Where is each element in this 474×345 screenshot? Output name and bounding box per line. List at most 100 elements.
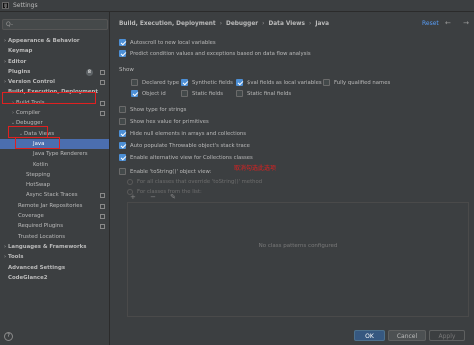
project-settings-icon [100, 80, 105, 86]
project-settings-icon [100, 224, 105, 230]
annotation-text: 取消勾选此选项 [234, 165, 277, 172]
option-label: Autoscroll to new local variables [130, 39, 216, 46]
option-label: Show type for strings [130, 106, 187, 113]
option-label: Enable 'toString()' object view: [130, 168, 212, 175]
alt-view-checkbox[interactable]: Enable alternative view for Collections … [119, 153, 253, 162]
option-label: Auto populate Throwable object's stack t… [130, 142, 250, 149]
sidebar-item-plugins[interactable]: Plugins 8 [0, 67, 109, 77]
all-classes-radio[interactable]: For all classes that override 'toString(… [127, 177, 262, 186]
sidebar-item-advanced-settings[interactable]: Advanced Settings [0, 263, 109, 273]
class-patterns-list[interactable]: No class patterns configured [127, 202, 469, 317]
hex-primitives-checkbox[interactable]: Show hex value for primitives [119, 117, 209, 126]
sidebar-item-label: Tools [8, 254, 24, 261]
sidebar-item-label: Appearance & Behavior [8, 38, 80, 44]
checkbox-unchecked-icon [119, 168, 126, 175]
option-label: Enable alternative view for Collections … [130, 154, 253, 161]
sidebar-item-hotswap[interactable]: HotSwap [0, 180, 109, 190]
help-button[interactable]: ? [4, 332, 13, 341]
project-settings-icon [100, 69, 105, 75]
settings-sidebar: Q- › Appearance & Behavior Keymap › Editor… [0, 12, 110, 345]
type-strings-checkbox[interactable]: Show type for strings [119, 105, 186, 114]
sidebar-item-async-stack-traces[interactable]: Async Stack Traces [0, 190, 109, 200]
sidebar-item-kotlin[interactable]: Kotlin [0, 160, 109, 170]
option-label: Hide null elements in arrays and collect… [130, 130, 247, 137]
ok-button[interactable]: OK [354, 330, 385, 341]
sidebar-item-tools[interactable]: › Tools [0, 252, 109, 262]
title-bar: IJ Settings [0, 0, 474, 12]
sidebar-item-editor[interactable]: › Editor [0, 57, 109, 67]
sidebar-item-codeglance2[interactable]: CodeGlance2 [0, 273, 109, 283]
sidebar-item-label: Languages & Frameworks [8, 243, 87, 250]
sidebar-item-label: HotSwap [26, 182, 51, 189]
breadcrumb-item: Debugger [226, 21, 259, 27]
option-label: Synthetic fields [192, 79, 233, 86]
project-settings-icon [100, 100, 105, 106]
breadcrumb-separator-icon: › [219, 21, 223, 27]
checkbox-checked-icon [119, 154, 126, 161]
breadcrumb-item: Build, Execution, Deployment [119, 21, 216, 27]
static-fields-checkbox[interactable]: Static fields [181, 89, 223, 98]
sidebar-item-keymap[interactable]: Keymap [0, 46, 109, 56]
checkbox-unchecked-icon [236, 90, 243, 97]
object-id-checkbox[interactable]: Object id [131, 89, 166, 98]
sidebar-item-trusted-locations[interactable]: Trusted Locations [0, 232, 109, 242]
hide-null-checkbox[interactable]: Hide null elements in arrays and collect… [119, 129, 246, 138]
highlight-box-data-views [15, 137, 60, 149]
class-list-toolbar[interactable]: + − ✎ [127, 191, 469, 202]
checkbox-unchecked-icon [119, 106, 126, 113]
sidebar-item-label: Plugins [8, 68, 31, 75]
sidebar-item-stepping[interactable]: Stepping [0, 170, 109, 180]
static-final-fields-checkbox[interactable]: Static final fields [236, 89, 291, 98]
sidebar-item-appearance-behavior[interactable]: › Appearance & Behavior [0, 36, 109, 46]
option-label: $val fields as local variables [247, 79, 322, 86]
tostring-view-checkbox[interactable]: Enable 'toString()' object view: [119, 167, 211, 176]
sidebar-item-label: Required Plugins [18, 223, 64, 230]
auto-populate-checkbox[interactable]: Auto populate Throwable object's stack t… [119, 141, 250, 150]
sidebar-item-label: CodeGlance2 [8, 274, 48, 281]
highlight-box-build [2, 92, 96, 104]
apply-button[interactable]: Apply [429, 330, 465, 341]
search-placeholder: Q- [6, 21, 14, 28]
option-label: Object id [142, 90, 166, 97]
intellij-logo-icon: IJ [2, 2, 9, 9]
radio-icon [127, 178, 133, 185]
breadcrumb-separator-icon: › [309, 21, 312, 27]
add-remove-edit-icons[interactable]: + − ✎ [130, 193, 182, 201]
sidebar-item-remote-jar-repositories[interactable]: Remote Jar Repositories [0, 201, 109, 211]
sidebar-item-label: Remote Jar Repositories [18, 202, 83, 209]
val-fields-checkbox[interactable]: $val fields as local variables [236, 78, 322, 87]
synthetic-fields-checkbox[interactable]: Synthetic fields [181, 78, 233, 87]
sidebar-item-label: Editor [8, 58, 27, 65]
declared-type-checkbox[interactable]: Declared type [131, 78, 179, 87]
sidebar-item-coverage[interactable]: Coverage [0, 211, 109, 221]
sidebar-item-compiler[interactable]: › Compiler [0, 108, 109, 118]
settings-tree: › Appearance & Behavior Keymap › Editor Pl… [0, 36, 109, 283]
sidebar-item-required-plugins[interactable]: Required Plugins [0, 221, 109, 231]
empty-list-text: No class patterns configured [258, 243, 338, 249]
cancel-button[interactable]: Cancel [388, 330, 426, 341]
breadcrumb-item: Java [315, 21, 330, 27]
option-label: Fully qualified names [334, 79, 391, 86]
plugins-update-badge: 8 [86, 68, 93, 76]
checkbox-checked-icon [119, 39, 126, 46]
project-settings-icon [100, 214, 105, 220]
checkbox-unchecked-icon [131, 79, 138, 86]
checkbox-checked-icon [131, 90, 138, 97]
sidebar-item-java-type-renderers[interactable]: Java Type Renderers [0, 149, 109, 159]
back-forward-arrows-icon[interactable]: ← → [445, 19, 474, 27]
sidebar-item-label: Advanced Settings [8, 264, 66, 271]
sidebar-item-version-control[interactable]: › Version Control [0, 77, 109, 87]
checkbox-checked-icon [119, 142, 126, 149]
sidebar-item-label: Stepping [26, 171, 51, 178]
option-label: Predict condition values and exceptions … [130, 50, 311, 57]
sidebar-item-languages-frameworks[interactable]: › Languages & Frameworks [0, 242, 109, 252]
autoscroll-checkbox[interactable]: Autoscroll to new local variables [119, 38, 216, 47]
reset-link[interactable]: Reset [422, 20, 439, 27]
sidebar-item-label: Async Stack Traces [26, 192, 78, 199]
breadcrumb-separator-icon: › [262, 21, 265, 27]
fq-names-checkbox[interactable]: Fully qualified names [323, 78, 390, 87]
option-label: Declared type [142, 79, 180, 86]
option-label: For all classes that override 'toString(… [137, 178, 263, 185]
predict-checkbox[interactable]: Predict condition values and exceptions … [119, 49, 311, 58]
search-input[interactable]: Q- [2, 19, 108, 30]
